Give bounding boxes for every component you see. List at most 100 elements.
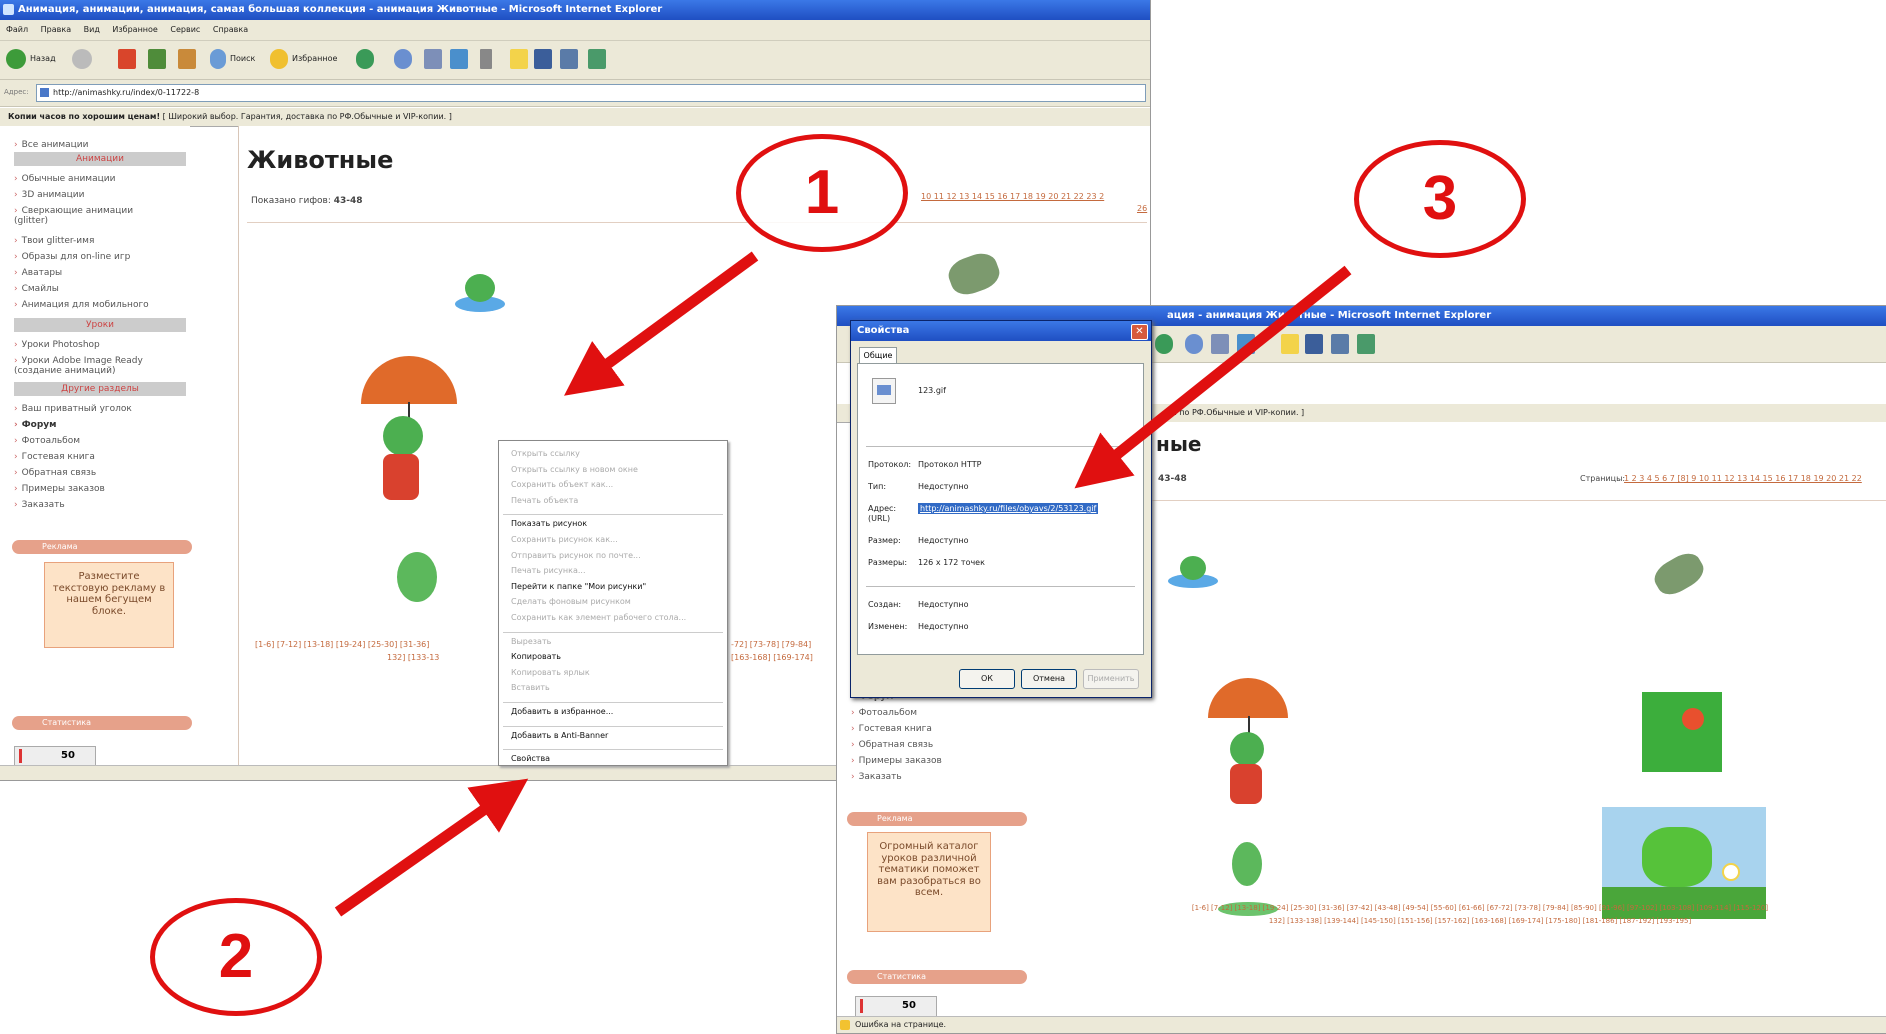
edit-icon[interactable] [480, 49, 492, 69]
apply-button[interactable]: Применить [1083, 669, 1139, 689]
ok-button[interactable]: ОК [959, 669, 1015, 689]
frog-jumping-image[interactable] [939, 236, 1009, 306]
sidebar-item-photoshop[interactable]: Уроки Photoshop [14, 340, 100, 350]
refresh-icon[interactable] [148, 49, 166, 69]
folder-icon[interactable] [510, 49, 528, 69]
context-menu-item[interactable]: Свойства [511, 754, 550, 763]
page-numbers[interactable]: 1 2 3 4 5 6 7 [8] 9 10 11 12 13 14 15 16… [1624, 474, 1862, 483]
home-icon[interactable] [178, 49, 196, 69]
mail-icon[interactable] [1211, 334, 1229, 354]
menu-tools[interactable]: Сервис [170, 25, 200, 34]
sidebar-item-guestbook[interactable]: Гостевая книга [14, 452, 95, 462]
sidebar-item-guestbook[interactable]: Гостевая книга [851, 724, 932, 734]
sidebar-item-photoalbum[interactable]: Фотоальбом [14, 436, 80, 446]
frog-lily-image[interactable] [387, 552, 447, 612]
context-menu-item[interactable]: Вставить [511, 683, 550, 692]
frog-closeup-image[interactable] [1642, 692, 1722, 772]
history-icon[interactable] [394, 49, 412, 69]
context-menu-item[interactable]: Вырезать [511, 637, 551, 646]
address-input[interactable]: http://animashky.ru/index/0-11722-8 [36, 84, 1146, 102]
sidebar-item-examples[interactable]: Примеры заказов [851, 756, 942, 766]
forward-icon[interactable] [72, 49, 92, 69]
sidebar-item-feedback[interactable]: Обратная связь [14, 468, 97, 478]
context-menu-item[interactable]: Открыть ссылку в новом окне [511, 465, 638, 474]
k-icon[interactable] [534, 49, 552, 69]
context-menu-item[interactable]: Копировать ярлык [511, 668, 590, 677]
sidebar-item-glitter[interactable]: Сверкающие анимации (glitter) [14, 206, 164, 226]
media-icon[interactable] [356, 49, 374, 69]
sidebar-item-regular[interactable]: Обычные анимации [14, 174, 116, 184]
frog-splash-image[interactable] [1168, 552, 1218, 592]
range-links-right1[interactable]: -72] [73-78] [79-84] [731, 638, 813, 651]
stop-icon[interactable] [118, 49, 136, 69]
context-menu-item[interactable]: Показать рисунок [511, 519, 587, 528]
sidebar-item-order[interactable]: Заказать [851, 772, 902, 782]
context-menu-item[interactable]: Печать объекта [511, 496, 578, 505]
ad-banner[interactable]: Копии часов по хорошим ценам! [ Широкий … [0, 108, 1150, 127]
frog-umbrella-image[interactable] [359, 356, 479, 556]
history-icon[interactable] [1185, 334, 1203, 354]
range-links-right2[interactable]: [163-168] [169-174] [731, 651, 813, 664]
sidebar-item-private[interactable]: Ваш приватный уголок [14, 404, 132, 414]
tab-general[interactable]: Общие [859, 347, 897, 364]
context-menu-item[interactable]: Копировать [511, 652, 561, 661]
sidebar-item-examples[interactable]: Примеры заказов [14, 484, 105, 494]
context-menu-item[interactable]: Добавить в Anti-Banner [511, 731, 608, 740]
sidebar-item-smileys[interactable]: Смайлы [14, 284, 59, 294]
sidebar-item-order[interactable]: Заказать [14, 500, 65, 510]
context-menu-item[interactable]: Отправить рисунок по почте... [511, 551, 641, 560]
cancel-button[interactable]: Отмена [1021, 669, 1077, 689]
sidebar-item-photoalbum[interactable]: Фотоальбом [851, 708, 917, 718]
page-numbers[interactable]: 10 11 12 13 14 15 16 17 18 19 20 21 22 2… [921, 192, 1104, 201]
context-menu-item[interactable]: Печать рисунка... [511, 566, 586, 575]
frog-jumping-image[interactable] [1642, 534, 1716, 614]
range-links-line1[interactable]: [1-6] [7-12] [13-18] [19-24] [25-30] [31… [255, 638, 439, 651]
close-icon[interactable]: ✕ [1131, 324, 1148, 340]
ad-box[interactable]: Огромный каталог уроков различной темати… [867, 832, 991, 932]
range-links[interactable]: [1-6] [7-12] [13-18] [19-24] [25-30] [31… [1075, 902, 1885, 928]
ad-box[interactable]: Разместите текстовую рекламу в нашем бег… [44, 562, 174, 648]
print-icon[interactable] [450, 49, 468, 69]
sidebar-item-all[interactable]: Все анимации [14, 140, 89, 150]
frog-splash-image[interactable] [455, 266, 505, 316]
context-menu-item[interactable]: Добавить в избранное... [511, 707, 613, 716]
sidebar-item-feedback[interactable]: Обратная связь [851, 740, 934, 750]
range-links-line2[interactable]: 132] [133-138] [139-144] [145-150] [151-… [1075, 915, 1885, 928]
sidebar-item-mobile[interactable]: Анимация для мобильного [14, 300, 149, 310]
dialog-title-bar[interactable]: Свойства ✕ [851, 321, 1151, 341]
k-icon[interactable] [1305, 334, 1323, 354]
sidebar-item-forum[interactable]: Форум [14, 420, 57, 430]
print-icon[interactable] [1237, 334, 1255, 354]
range-links[interactable]: [1-6] [7-12] [13-18] [19-24] [25-30] [31… [255, 638, 439, 664]
context-menu-item[interactable]: Сохранить как элемент рабочего стола... [511, 613, 686, 622]
sidebar-item-3d[interactable]: 3D анимации [14, 190, 85, 200]
tool-icon[interactable] [588, 49, 606, 69]
context-menu-item[interactable]: Перейти к папке "Мои рисунки" [511, 582, 646, 591]
sidebar-item-imageready[interactable]: Уроки Adobe Image Ready (создание анимац… [14, 356, 174, 376]
range-links-line1[interactable]: [1-6] [7-12] [13-18] [19-24] [25-30] [31… [1075, 902, 1885, 915]
search-label[interactable]: Поиск [230, 54, 255, 63]
range-links-line2[interactable]: 132] [133-13 [255, 651, 439, 664]
menu-edit[interactable]: Правка [41, 25, 71, 34]
back-icon[interactable] [6, 49, 26, 69]
visit-counter[interactable]: 50 [855, 996, 937, 1018]
context-menu-item[interactable]: Сохранить рисунок как... [511, 535, 618, 544]
range-links-right[interactable]: -72] [73-78] [79-84] [163-168] [169-174] [731, 638, 813, 664]
address-url-value[interactable]: http://animashky.ru/files/obyavs/2/53123… [918, 503, 1099, 514]
messenger-icon[interactable] [560, 49, 578, 69]
context-menu-item[interactable]: Сделать фоновым рисунком [511, 597, 631, 606]
tool-icon[interactable] [1357, 334, 1375, 354]
back-label[interactable]: Назад [30, 54, 56, 63]
menu-favorites[interactable]: Избранное [112, 25, 157, 34]
sidebar-item-glitter-name[interactable]: Твои glitter-имя [14, 236, 95, 246]
search-icon[interactable] [210, 49, 226, 69]
menu-file[interactable]: Файл [6, 25, 28, 34]
page-numbers-line2[interactable]: 26 [1137, 204, 1147, 213]
sidebar-item-avatars[interactable]: Аватары [14, 268, 63, 278]
window-title-bar[interactable]: Анимация, анимации, анимация, самая боль… [0, 0, 1150, 20]
mail-icon[interactable] [424, 49, 442, 69]
frog-umbrella-image[interactable] [1208, 678, 1308, 824]
menu-help[interactable]: Справка [213, 25, 248, 34]
context-menu-item[interactable]: Сохранить объект как... [511, 480, 613, 489]
favorites-label[interactable]: Избранное [292, 54, 337, 63]
